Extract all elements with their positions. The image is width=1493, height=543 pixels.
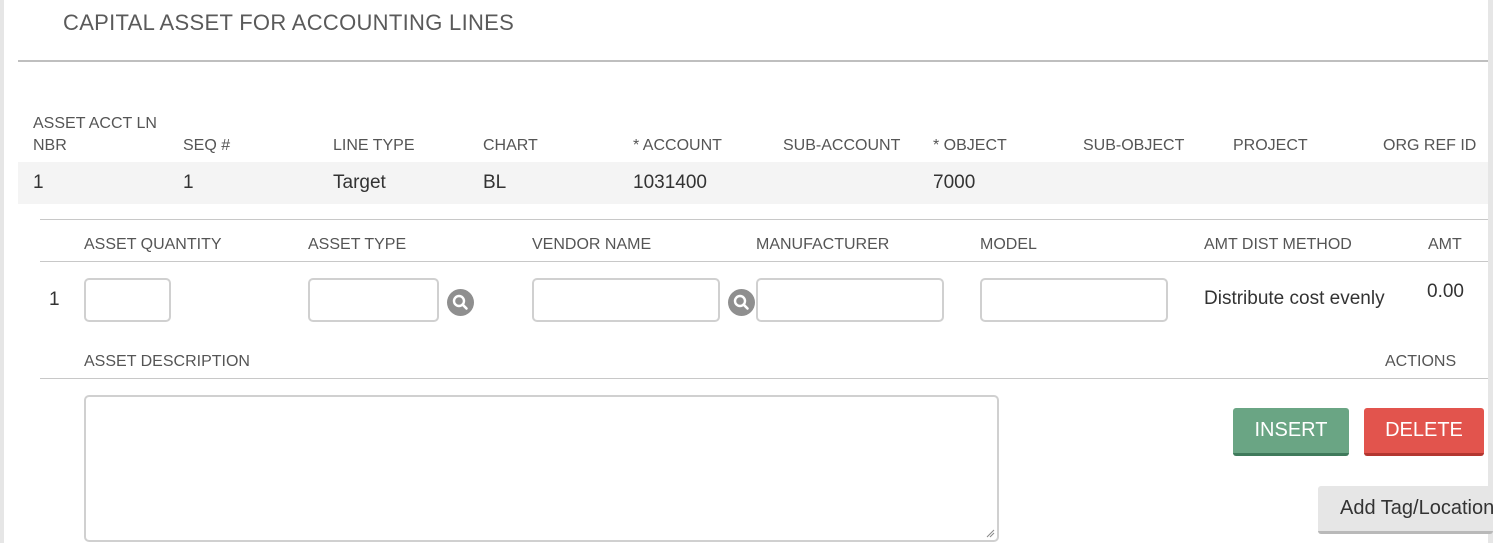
- header-asset-description: ASSET DESCRIPTION: [84, 353, 250, 370]
- section-title: CAPITAL ASSET FOR ACCOUNTING LINES: [63, 10, 515, 35]
- title-divider: [18, 60, 1488, 62]
- asset-detail-top-divider: [40, 219, 1488, 220]
- header-account: * ACCOUNT: [633, 137, 722, 154]
- header-sub-object: SUB-OBJECT: [1083, 137, 1185, 154]
- amt-dist-method-value: Distribute cost evenly: [1204, 288, 1385, 309]
- header-asset-quantity: ASSET QUANTITY: [84, 236, 222, 253]
- header-project: PROJECT: [1233, 137, 1308, 154]
- cell-account: 1031400: [633, 172, 707, 193]
- cell-line-type: Target: [333, 172, 386, 193]
- header-amt-dist-method: AMT DIST METHOD: [1204, 236, 1352, 253]
- capital-asset-panel: CAPITAL ASSET FOR ACCOUNTING LINES ASSET…: [0, 0, 1493, 543]
- header-actions: ACTIONS: [1385, 353, 1457, 370]
- header-object: * OBJECT: [933, 137, 1007, 154]
- delete-button[interactable]: DELETE: [1364, 408, 1484, 456]
- header-amt: AMT: [1428, 236, 1462, 253]
- header-asset-acct-ln-nbr-line1: ASSET ACCT LN: [33, 115, 157, 132]
- asset-type-input[interactable]: [308, 278, 439, 322]
- cell-asset-acct-ln-nbr: 1: [33, 172, 44, 193]
- description-header-divider: [40, 378, 1488, 379]
- header-line-type: LINE TYPE: [333, 137, 415, 154]
- header-chart: CHART: [483, 137, 538, 154]
- cell-object: 7000: [933, 172, 976, 193]
- amt-value: 0.00: [1427, 281, 1464, 302]
- asset-type-search-icon[interactable]: [447, 289, 474, 316]
- header-asset-type: ASSET TYPE: [308, 236, 407, 253]
- insert-button[interactable]: INSERT: [1233, 408, 1349, 456]
- header-asset-acct-ln-nbr-line2: NBR: [33, 137, 67, 154]
- vendor-name-search-icon[interactable]: [728, 289, 755, 316]
- header-model: MODEL: [980, 236, 1037, 253]
- header-manufacturer: MANUFACTURER: [756, 236, 890, 253]
- right-border: [1488, 0, 1493, 543]
- header-asset-acct-ln-nbr: ASSET ACCT LN NBR: [33, 113, 157, 157]
- resize-grip-icon[interactable]: [985, 528, 995, 538]
- header-seq: SEQ #: [183, 137, 231, 154]
- manufacturer-input[interactable]: [756, 278, 944, 322]
- asset-quantity-input[interactable]: [84, 278, 171, 322]
- model-input[interactable]: [980, 278, 1168, 322]
- asset-detail-header-divider: [40, 261, 1488, 262]
- left-border: [0, 0, 4, 543]
- cell-chart: BL: [483, 172, 507, 193]
- asset-row-number: 1: [49, 289, 60, 310]
- add-tag-location-button[interactable]: Add Tag/Location: [1318, 486, 1493, 534]
- header-vendor-name: VENDOR NAME: [532, 236, 652, 253]
- asset-description-textarea[interactable]: [84, 395, 999, 542]
- cell-seq: 1: [183, 172, 194, 193]
- header-org-ref-id: ORG REF ID: [1383, 137, 1477, 154]
- accounting-line-row: [18, 162, 1488, 204]
- vendor-name-input[interactable]: [532, 278, 720, 322]
- header-sub-account: SUB-ACCOUNT: [783, 137, 901, 154]
